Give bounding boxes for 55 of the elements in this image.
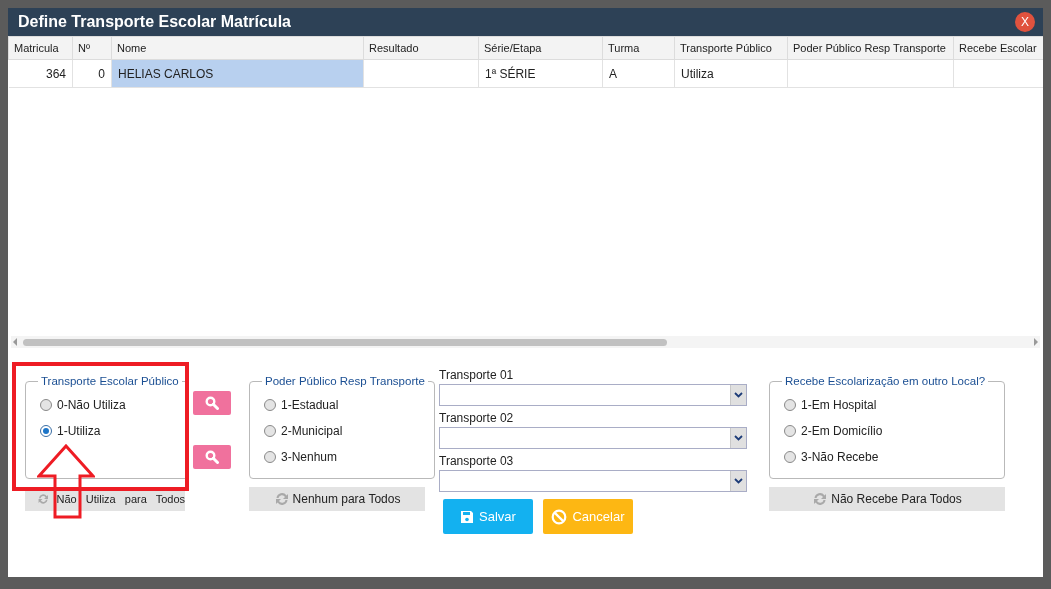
radio-label[interactable]: 1-Utiliza (57, 422, 101, 441)
radio-label[interactable]: 0-Não Utiliza (57, 396, 126, 415)
scrollbar-thumb[interactable] (23, 338, 667, 346)
column-header[interactable]: Recebe Escolar (953, 36, 1043, 60)
search-icon (205, 450, 219, 464)
scroll-left-icon[interactable] (11, 337, 19, 347)
field-label: Transporte 03 (439, 453, 515, 470)
radio-button[interactable] (784, 399, 796, 412)
radio-button[interactable] (784, 425, 796, 438)
horizontal-scrollbar[interactable] (11, 336, 1040, 348)
radio-label[interactable]: 2-Municipal (281, 422, 343, 441)
group-title: Transporte Escolar Público (40, 374, 180, 389)
table-cell: 1ª SÉRIE (478, 59, 603, 88)
search-icon (205, 396, 219, 410)
prohibited-icon (551, 508, 568, 525)
column-header[interactable]: Resultado (363, 36, 479, 60)
apply-to-all-button[interactable]: Não Recebe Para Todos (769, 487, 1005, 511)
scroll-right-icon[interactable] (1032, 337, 1040, 347)
column-header[interactable]: Série/Etapa (478, 36, 603, 60)
dropdown-field[interactable] (439, 427, 747, 449)
column-header[interactable]: Transporte Público (674, 36, 788, 60)
dropdown-field[interactable] (439, 384, 747, 406)
radio-button[interactable] (264, 399, 276, 412)
search-button[interactable] (193, 445, 231, 469)
radio-label[interactable]: 1-Estadual (281, 396, 339, 415)
group-title: Recebe Escolarização em outro Local? (784, 374, 987, 389)
refresh-icon (273, 491, 290, 507)
refresh-icon (37, 491, 50, 507)
table-cell: 364 (8, 59, 73, 88)
column-header[interactable]: Nome (111, 36, 364, 60)
radio-label[interactable]: 3-Nenhum (281, 448, 338, 467)
radio-label[interactable]: 2-Em Domicílio (801, 422, 883, 441)
radio-button[interactable] (784, 451, 796, 464)
apply-to-all-button[interactable]: Nenhum para Todos (249, 487, 425, 511)
search-button[interactable] (193, 391, 231, 415)
field-label: Transporte 02 (439, 410, 515, 427)
radio-button[interactable] (264, 451, 276, 464)
group-title: Poder Público Resp Transporte (264, 374, 426, 389)
table-cell: HELIAS CARLOS (111, 59, 364, 88)
field-label: Transporte 01 (439, 367, 515, 384)
close-button[interactable]: X (1015, 12, 1035, 32)
refresh-icon (812, 491, 829, 507)
radio-button[interactable] (40, 425, 52, 438)
dropdown-field[interactable] (439, 470, 747, 492)
column-header[interactable]: Poder Público Resp Transporte (787, 36, 954, 60)
radio-label[interactable]: 1-Em Hospital (801, 396, 877, 415)
column-header[interactable]: Nº (72, 36, 112, 60)
table-cell: Utiliza (674, 59, 788, 88)
radio-label[interactable]: 3-Não Recebe (801, 448, 879, 467)
window-title: Define Transporte Escolar Matrícula (18, 12, 291, 32)
table-cell: A (602, 59, 675, 88)
radio-button[interactable] (40, 399, 52, 412)
column-header[interactable]: Matricula (8, 36, 73, 60)
radio-button[interactable] (264, 425, 276, 438)
column-header[interactable]: Turma (602, 36, 675, 60)
